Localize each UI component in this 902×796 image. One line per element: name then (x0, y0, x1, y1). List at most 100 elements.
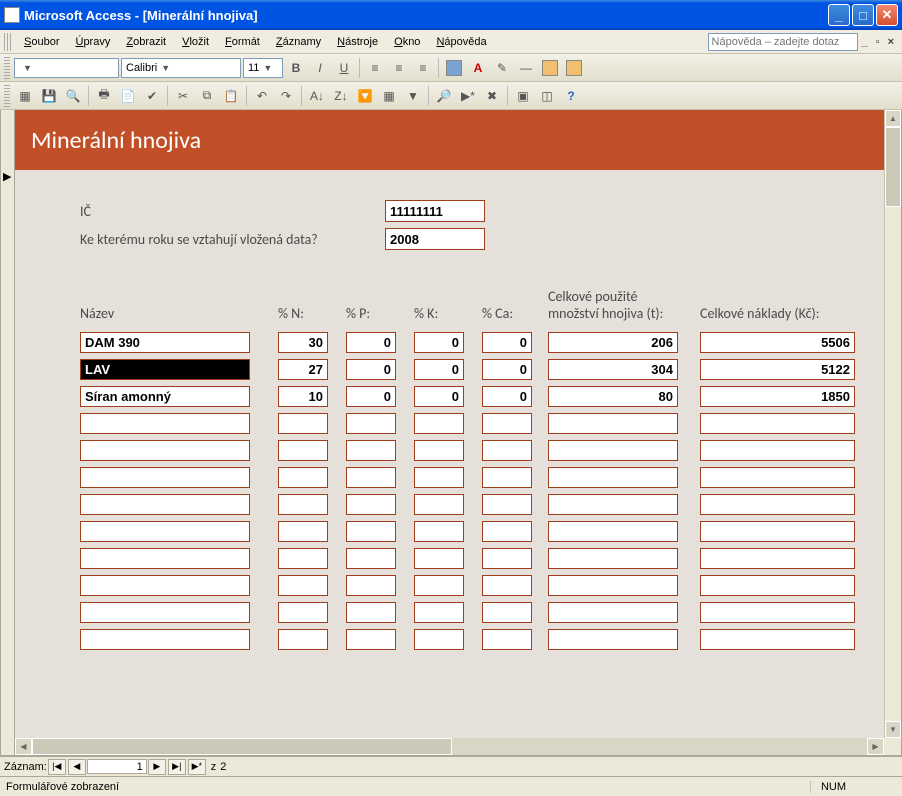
cut-button[interactable]: ✂ (172, 85, 194, 107)
next-record-button[interactable]: ▶ (148, 759, 166, 775)
apply-filter-button[interactable]: ▼ (402, 85, 424, 107)
cell-qty[interactable] (548, 548, 678, 569)
search-button[interactable]: 🔍 (62, 85, 84, 107)
paste-button[interactable]: 📋 (220, 85, 242, 107)
cell-ca[interactable] (482, 413, 532, 434)
cell-n[interactable] (278, 467, 328, 488)
cell-k[interactable] (414, 494, 464, 515)
find-button[interactable]: 🔎 (433, 85, 455, 107)
cell-cost[interactable] (700, 332, 855, 353)
align-left-button[interactable]: ≡ (364, 57, 386, 79)
horizontal-scrollbar[interactable]: ◀ ▶ (15, 738, 884, 755)
delete-record-button[interactable]: ✖ (481, 85, 503, 107)
cell-qty[interactable] (548, 332, 678, 353)
cell-cost[interactable] (700, 494, 855, 515)
print-button[interactable]: 🖶 (93, 85, 115, 107)
cell-p[interactable] (346, 332, 396, 353)
undo-button[interactable]: ↶ (251, 85, 273, 107)
cell-n[interactable] (278, 629, 328, 650)
cell-k[interactable] (414, 521, 464, 542)
cell-k[interactable] (414, 467, 464, 488)
copy-button[interactable]: ⧉ (196, 85, 218, 107)
cell-p[interactable] (346, 386, 396, 407)
cell-ca[interactable] (482, 629, 532, 650)
object-combo[interactable]: ▼ (14, 58, 119, 78)
scroll-thumb[interactable] (885, 127, 901, 207)
input-year[interactable] (385, 228, 485, 250)
help-search-input[interactable] (708, 33, 858, 51)
cell-p[interactable] (346, 359, 396, 380)
view-button[interactable]: ▦ (14, 85, 36, 107)
cell-name[interactable] (80, 602, 250, 623)
scroll-right-button[interactable]: ▶ (867, 738, 884, 755)
cell-cost[interactable] (700, 413, 855, 434)
cell-ca[interactable] (482, 386, 532, 407)
font-combo[interactable]: Calibri▼ (121, 58, 241, 78)
filter-form-button[interactable]: ▦ (378, 85, 400, 107)
cell-n[interactable] (278, 386, 328, 407)
sort-desc-button[interactable]: Z↓ (330, 85, 352, 107)
cell-n[interactable] (278, 521, 328, 542)
cell-p[interactable] (346, 629, 396, 650)
cell-p[interactable] (346, 602, 396, 623)
record-selector-bar[interactable]: ▶ (1, 110, 15, 755)
italic-button[interactable]: I (309, 57, 331, 79)
mdi-close[interactable]: × (884, 36, 898, 48)
cell-name[interactable] (80, 332, 250, 353)
cell-name[interactable] (80, 494, 250, 515)
cell-cost[interactable] (700, 575, 855, 596)
cell-n[interactable] (278, 413, 328, 434)
cell-cost[interactable] (700, 629, 855, 650)
cell-p[interactable] (346, 494, 396, 515)
menu-nápověda[interactable]: Nápověda (428, 34, 494, 50)
redo-button[interactable]: ↷ (275, 85, 297, 107)
cell-k[interactable] (414, 332, 464, 353)
cell-ca[interactable] (482, 467, 532, 488)
cell-k[interactable] (414, 386, 464, 407)
cell-cost[interactable] (700, 359, 855, 380)
cell-name[interactable] (80, 521, 250, 542)
font-color-button[interactable]: A (467, 57, 489, 79)
database-window-button[interactable]: ▣ (512, 85, 534, 107)
cell-cost[interactable] (700, 521, 855, 542)
special-effect-button[interactable] (539, 57, 561, 79)
cell-name[interactable] (80, 386, 250, 407)
prev-record-button[interactable]: ◀ (68, 759, 86, 775)
scroll-left-button[interactable]: ◀ (15, 738, 32, 755)
cell-n[interactable] (278, 440, 328, 461)
print-preview-button[interactable]: 📄 (117, 85, 139, 107)
bold-button[interactable]: B (285, 57, 307, 79)
filter-selection-button[interactable]: 🔽 (354, 85, 376, 107)
scroll-up-button[interactable]: ▲ (885, 110, 901, 127)
input-ic[interactable] (385, 200, 485, 222)
menu-vložit[interactable]: Vložit (174, 34, 217, 50)
underline-button[interactable]: U (333, 57, 355, 79)
line-thickness-button[interactable]: — (515, 57, 537, 79)
cell-cost[interactable] (700, 440, 855, 461)
cell-qty[interactable] (548, 494, 678, 515)
new-record-button[interactable]: ▶* (457, 85, 479, 107)
maximize-button[interactable]: □ (852, 4, 874, 26)
cell-qty[interactable] (548, 359, 678, 380)
cell-n[interactable] (278, 494, 328, 515)
cell-name[interactable] (80, 359, 250, 380)
cell-qty[interactable] (548, 467, 678, 488)
cell-qty[interactable] (548, 575, 678, 596)
cell-ca[interactable] (482, 332, 532, 353)
cell-n[interactable] (278, 575, 328, 596)
cell-n[interactable] (278, 359, 328, 380)
cell-k[interactable] (414, 359, 464, 380)
mdi-restore[interactable]: ▫ (872, 36, 884, 48)
cell-qty[interactable] (548, 413, 678, 434)
help-button[interactable]: ? (560, 85, 582, 107)
line-color-button[interactable]: ✎ (491, 57, 513, 79)
mdi-minimize[interactable]: _ (858, 36, 872, 48)
menu-záznamy[interactable]: Záznamy (268, 34, 329, 50)
cell-qty[interactable] (548, 440, 678, 461)
special-effect2-button[interactable] (563, 57, 585, 79)
cell-qty[interactable] (548, 629, 678, 650)
cell-k[interactable] (414, 413, 464, 434)
menu-soubor[interactable]: Soubor (16, 34, 67, 50)
scroll-down-button[interactable]: ▼ (885, 721, 901, 738)
new-object-button[interactable]: ◫ (536, 85, 558, 107)
